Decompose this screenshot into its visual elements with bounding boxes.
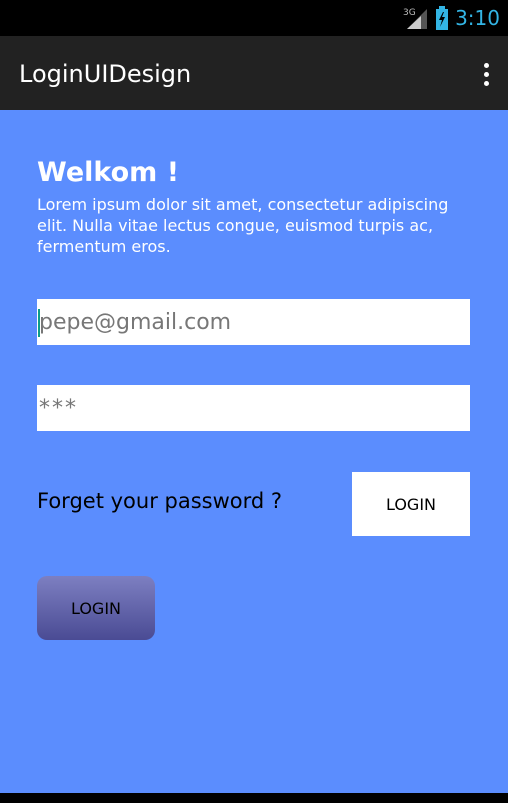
welcome-title: Welkom ! (37, 157, 180, 188)
login-screen: Welkom ! Lorem ipsum dolor sit amet, con… (0, 110, 508, 793)
overflow-dot (483, 71, 489, 77)
overflow-menu-icon[interactable] (476, 54, 496, 94)
email-placeholder: pepe@gmail.com (39, 309, 232, 335)
network-type-label: 3G (403, 8, 416, 18)
overflow-dot (483, 80, 489, 86)
email-field[interactable]: pepe@gmail.com (37, 299, 470, 345)
password-field[interactable]: *** (37, 385, 470, 431)
navigation-bar (0, 793, 508, 803)
battery-charging-icon (436, 6, 449, 30)
app-title: LoginUIDesign (19, 60, 192, 88)
status-icons: 3G 3:10 (403, 4, 500, 32)
overflow-dot (483, 62, 489, 68)
password-placeholder: *** (39, 395, 78, 421)
login-button[interactable]: LOGIN (352, 472, 470, 536)
network-signal-icon: 3G (403, 8, 428, 29)
text-cursor (38, 309, 40, 337)
forgot-password-link[interactable]: Forget your password ? (37, 489, 282, 513)
login-gradient-button[interactable]: LOGIN (37, 576, 155, 640)
welcome-description: Lorem ipsum dolor sit amet, consectetur … (37, 195, 449, 256)
status-clock: 3:10 (455, 6, 500, 30)
action-bar: LoginUIDesign (0, 36, 508, 110)
status-bar: 3G 3:10 (0, 0, 508, 36)
